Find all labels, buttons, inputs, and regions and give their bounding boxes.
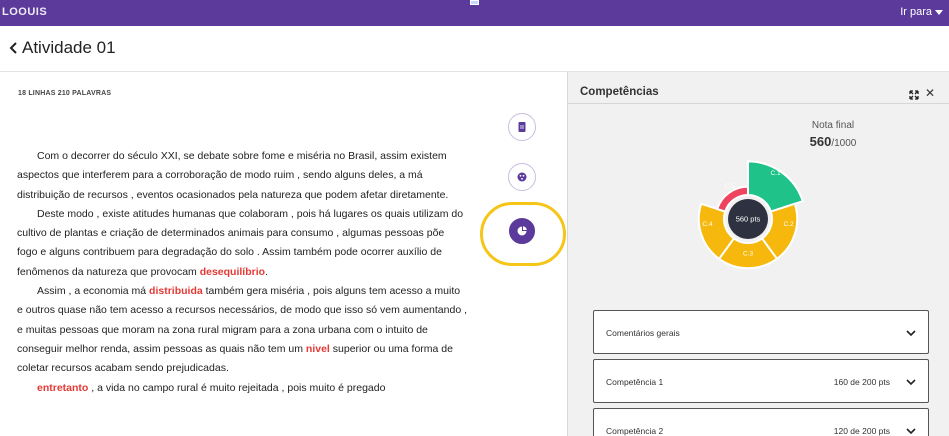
app-logo[interactable]: LOOUIS: [2, 6, 47, 18]
competencies-panel: Competências ✕ Nota final 560/1000 C.1 C.…: [567, 72, 949, 436]
go-to-label: Ir para: [900, 6, 932, 18]
essay-text-run: .: [265, 265, 268, 278]
essay-pane: 18 LINHAS 210 PALAVRAS Com o decorrer do…: [0, 72, 567, 436]
page-title: Atividade 01: [22, 38, 116, 57]
page-header: Atividade 01: [0, 26, 949, 72]
card-label: Competência 1: [606, 377, 664, 387]
caret-down-icon: [935, 9, 943, 15]
palette-tool-button[interactable]: [508, 163, 536, 191]
pie-chart-icon: [517, 226, 527, 236]
competency-slice-label: C.5: [725, 183, 736, 190]
chevron-down-icon: [906, 428, 916, 434]
essay-stats: 18 LINHAS 210 PALAVRAS: [18, 90, 111, 97]
document-tool-button[interactable]: [508, 113, 536, 141]
flagged-word[interactable]: entretanto: [37, 382, 88, 394]
competency-slice-label: C.2: [783, 221, 794, 228]
competency-slice-label: C.4: [702, 221, 713, 228]
essay-paragraph: Deste modo , existe atitudes humanas que…: [17, 205, 467, 282]
palette-icon: [517, 172, 527, 182]
panel-header: Competências ✕: [568, 72, 949, 104]
word-count: 210 PALAVRAS: [57, 90, 112, 97]
chevron-down-icon: [906, 330, 916, 336]
final-score-value: 560: [809, 134, 832, 149]
go-to-menu[interactable]: Ir para: [900, 6, 943, 18]
essay-paragraph: Assim , a economia má distribuida também…: [17, 282, 467, 378]
back-arrow-icon[interactable]: [6, 39, 22, 57]
essay-text[interactable]: Com o decorrer do século XXI, se debate …: [17, 147, 467, 398]
donut-center-label: 560 pts: [736, 215, 761, 224]
final-score-label: Nota final: [811, 120, 855, 131]
essay-paragraph: entretanto , a vida no campo rural é mui…: [17, 379, 467, 398]
flagged-word[interactable]: nivel: [306, 343, 330, 355]
close-icon[interactable]: ✕: [925, 86, 935, 100]
competency-slice-label: C.3: [743, 251, 754, 258]
line-count: 18 LINHAS: [18, 90, 56, 97]
chevron-down-icon: [906, 379, 916, 385]
competency-2-card[interactable]: Competência 2 120 de 200 pts: [593, 408, 929, 436]
competency-slice-label: C.1: [770, 170, 781, 177]
competency-1-card[interactable]: Competência 1 160 de 200 pts: [593, 359, 929, 403]
flagged-word[interactable]: desequilíbrio: [200, 266, 265, 278]
panel-title: Competências: [580, 86, 659, 98]
window-indicator: [470, 0, 479, 5]
competencies-donut-chart[interactable]: C.1 C.2 C.3 C.4 C.5 560 pts: [681, 152, 815, 286]
final-score-max: /1000: [831, 138, 857, 149]
final-score: 560/1000: [768, 134, 898, 149]
general-comments-card[interactable]: Comentários gerais: [593, 310, 929, 354]
card-label: Competência 2: [606, 426, 664, 436]
top-bar: LOOUIS Ir para: [0, 0, 949, 26]
flagged-word[interactable]: distribuida: [149, 285, 203, 297]
card-points: 120 de 200 pts: [833, 426, 890, 436]
competencies-tool-button[interactable]: [509, 218, 535, 244]
essay-paragraph: Com o decorrer do século XXI, se debate …: [17, 147, 467, 205]
essay-text-run: , a vida no campo rural é muito rejeitad…: [88, 381, 386, 394]
card-label: Comentários gerais: [606, 328, 680, 338]
card-points: 160 de 200 pts: [833, 377, 890, 387]
essay-text-run: Assim , a economia má: [37, 285, 150, 298]
document-icon: [518, 122, 526, 132]
essay-text-run: Com o decorrer do século XXI, se debate …: [17, 150, 449, 201]
expand-icon[interactable]: [909, 90, 919, 100]
